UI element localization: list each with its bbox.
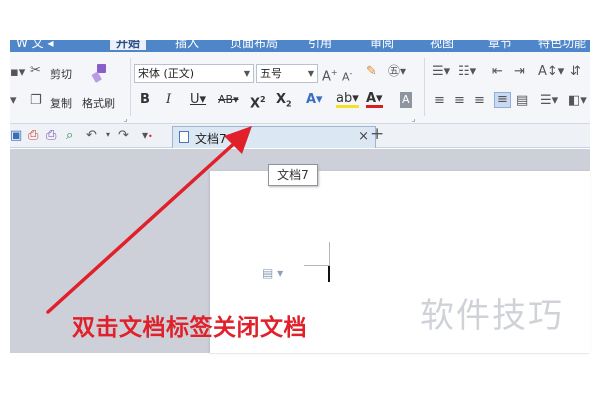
- annotation-caption: 双击文档标签关闭文档: [72, 315, 307, 341]
- screenshot: W 文 ◂ 开始 插入 页面布局 引用 审阅 视图 章节 特色功能 ▪▾ ▾ ✂…: [0, 0, 600, 400]
- watermark-text: 软件技巧: [420, 296, 564, 336]
